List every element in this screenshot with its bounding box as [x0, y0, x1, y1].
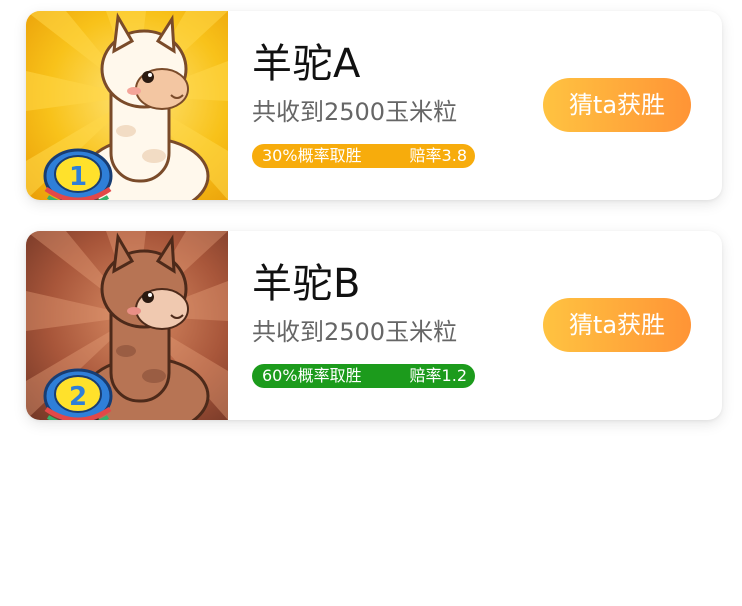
- contestant-card-b: 2 羊驼B 共收到2500玉米粒 60%概率取胜 赔率1.2 猜ta获胜: [26, 231, 722, 420]
- odds-rate: 赔率1.2: [409, 366, 467, 385]
- corn-received-text: 共收到2500玉米粒: [252, 98, 458, 126]
- guess-winner-button-b[interactable]: 猜ta获胜: [543, 298, 691, 352]
- odds-badge: 60%概率取胜 赔率1.2: [252, 364, 475, 388]
- odds-badge: 30%概率取胜 赔率3.8: [252, 144, 475, 168]
- corn-received-text: 共收到2500玉米粒: [252, 318, 458, 346]
- alpaca-a-image: 1: [26, 11, 228, 200]
- contestant-name: 羊驼A: [252, 41, 361, 87]
- contestant-card-a: 1 羊驼A 共收到2500玉米粒 30%概率取胜 赔率3.8 猜ta获胜: [26, 11, 722, 200]
- odds-rate: 赔率3.8: [409, 146, 467, 165]
- contestant-name: 羊驼B: [252, 261, 361, 307]
- page: 1 羊驼A 共收到2500玉米粒 30%概率取胜 赔率3.8 猜ta获胜 2 羊…: [0, 0, 742, 606]
- badge-number-a: 1: [69, 162, 87, 192]
- guess-winner-button-a[interactable]: 猜ta获胜: [543, 78, 691, 132]
- win-probability: 30%概率取胜: [262, 146, 362, 165]
- win-probability: 60%概率取胜: [262, 366, 362, 385]
- badge-number-b: 2: [69, 382, 87, 412]
- alpaca-b-image: 2: [26, 231, 228, 420]
